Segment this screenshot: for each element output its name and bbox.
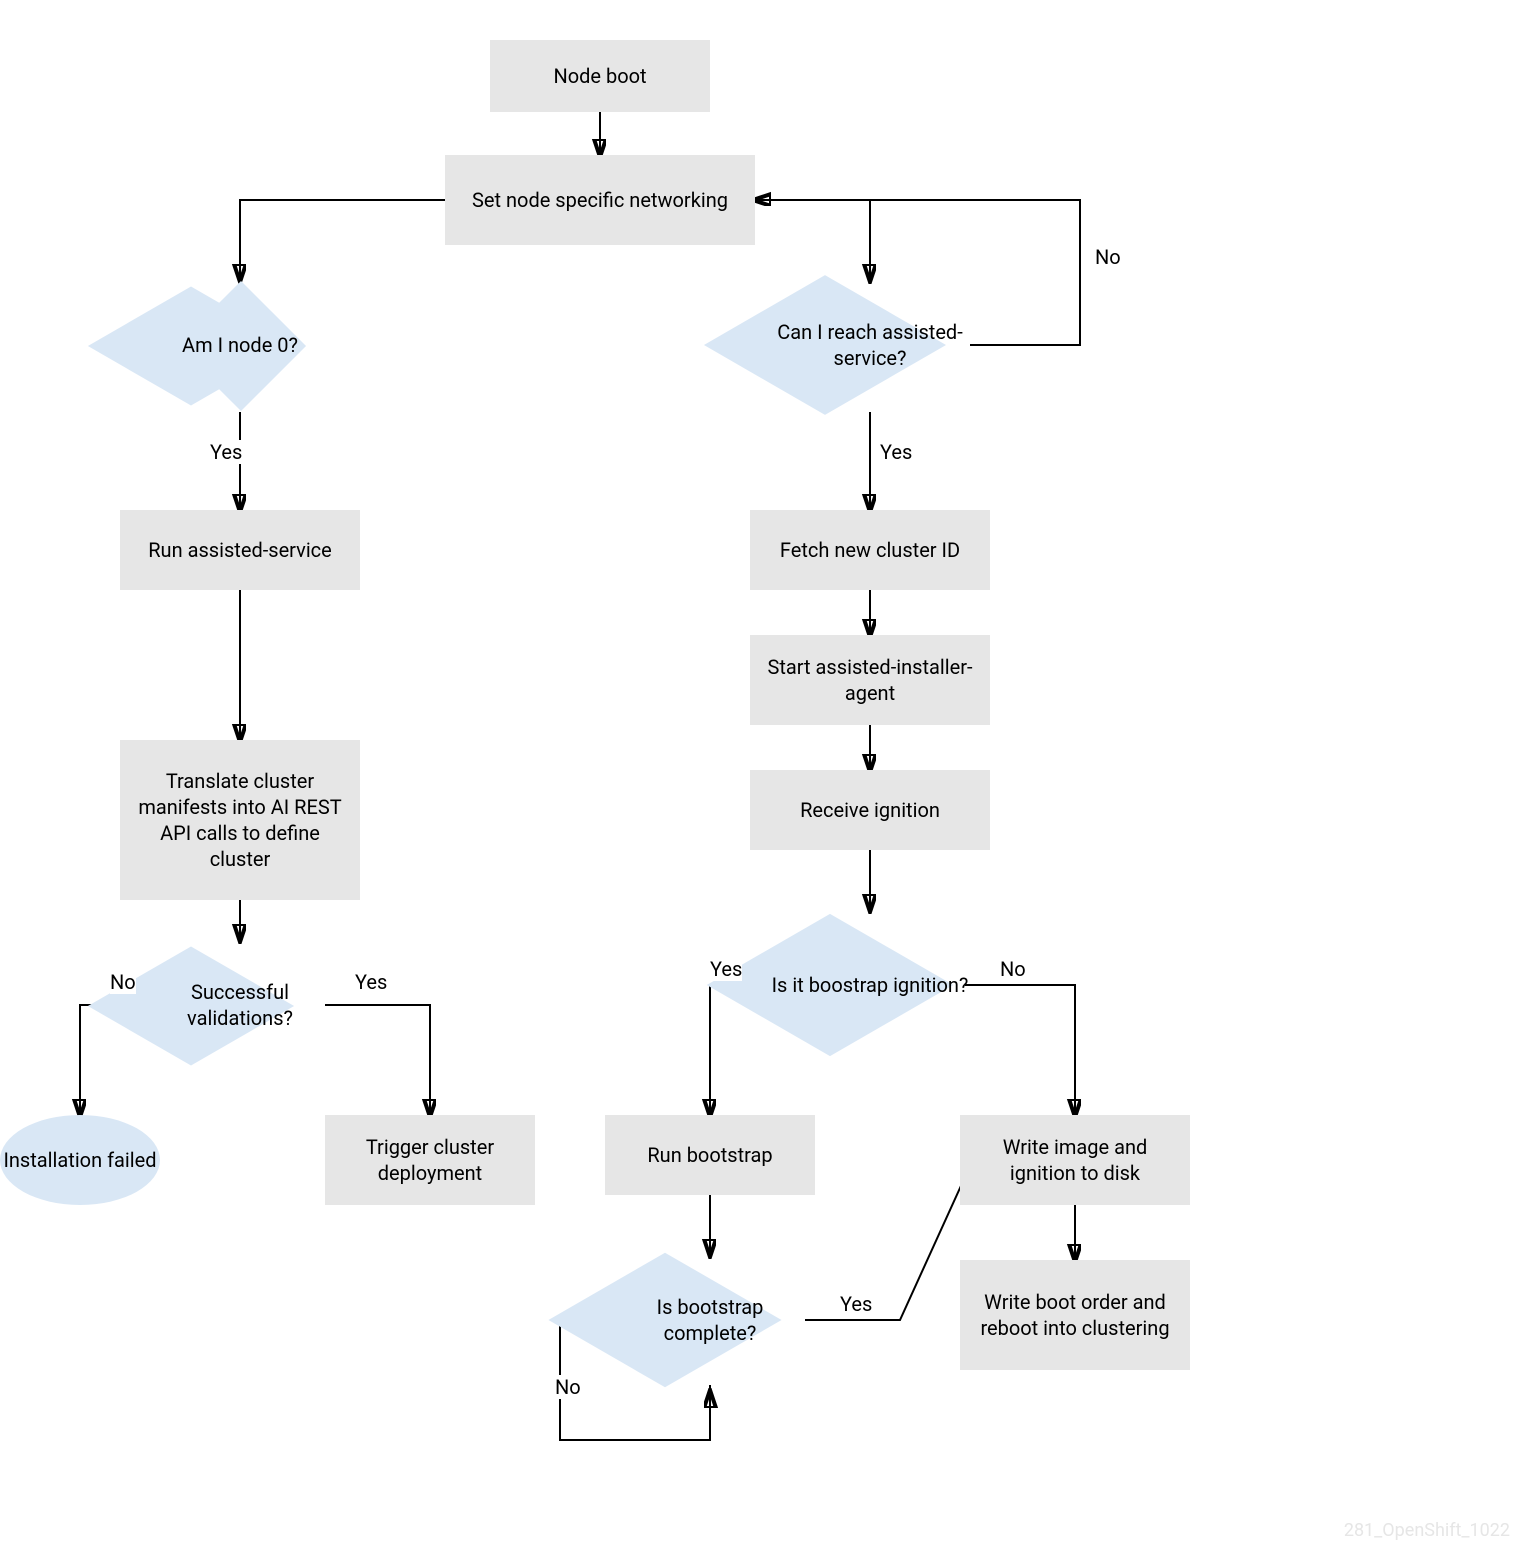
am-i-node-0-label: Am I node 0? [150, 280, 330, 410]
edge-label-bootstrap-ign-no: No [1000, 957, 1026, 981]
receive-ignition: Receive ignition [750, 770, 990, 850]
translate-manifests: Translate cluster manifests into AI REST… [120, 740, 360, 900]
installation-failed: Installation failed [0, 1115, 160, 1205]
fetch-cluster-id-label: Fetch new cluster ID [780, 537, 960, 563]
set-networking-label: Set node specific networking [472, 187, 728, 213]
trigger-cluster-deployment: Trigger cluster deployment [325, 1115, 535, 1205]
fetch-cluster-id: Fetch new cluster ID [750, 510, 990, 590]
is-bootstrap-complete: Is bootstrap complete? [610, 1255, 810, 1385]
is-bootstrap-ignition-label: Is it boostrap ignition? [770, 910, 970, 1060]
edge-label-bootstrap-complete-no: No [555, 1375, 581, 1399]
start-installer-agent-label: Start assisted-installer-agent [766, 654, 974, 706]
run-bootstrap: Run bootstrap [605, 1115, 815, 1195]
run-assisted-service-label: Run assisted-service [148, 537, 332, 563]
edge-label-bootstrap-complete-yes: Yes [840, 1292, 872, 1316]
run-bootstrap-label: Run bootstrap [647, 1142, 772, 1168]
edge-label-validations-no: No [110, 970, 136, 994]
node-boot: Node boot [490, 40, 710, 112]
run-assisted-service: Run assisted-service [120, 510, 360, 590]
successful-validations: Successful validations? [150, 940, 330, 1070]
edge-label-can-reach-yes: Yes [880, 440, 912, 464]
write-image-label: Write image and ignition to disk [976, 1134, 1174, 1186]
translate-manifests-label: Translate cluster manifests into AI REST… [136, 768, 344, 872]
edge-label-validations-yes: Yes [355, 970, 387, 994]
start-installer-agent: Start assisted-installer-agent [750, 635, 990, 725]
receive-ignition-label: Receive ignition [800, 797, 940, 823]
set-networking: Set node specific networking [445, 155, 755, 245]
edge-label-can-reach-no: No [1095, 245, 1121, 269]
edge-label-am-i-node0-yes: Yes [210, 440, 242, 464]
write-boot-order: Write boot order and reboot into cluster… [960, 1260, 1190, 1370]
am-i-node-0: Am I node 0? [150, 280, 330, 410]
write-boot-order-label: Write boot order and reboot into cluster… [976, 1289, 1174, 1341]
can-reach-assisted-service-label: Can I reach assisted-service? [770, 280, 970, 410]
watermark: 281_OpenShift_1022 [1344, 1520, 1510, 1541]
successful-validations-label: Successful validations? [150, 940, 330, 1070]
is-bootstrap-complete-label: Is bootstrap complete? [610, 1255, 810, 1385]
trigger-cluster-deployment-label: Trigger cluster deployment [341, 1134, 519, 1186]
write-image: Write image and ignition to disk [960, 1115, 1190, 1205]
is-bootstrap-ignition: Is it boostrap ignition? [770, 910, 970, 1060]
edge-label-bootstrap-ign-yes: Yes [710, 957, 742, 981]
can-reach-assisted-service: Can I reach assisted-service? [770, 280, 970, 410]
installation-failed-label: Installation failed [3, 1147, 156, 1173]
node-boot-label: Node boot [553, 63, 646, 89]
